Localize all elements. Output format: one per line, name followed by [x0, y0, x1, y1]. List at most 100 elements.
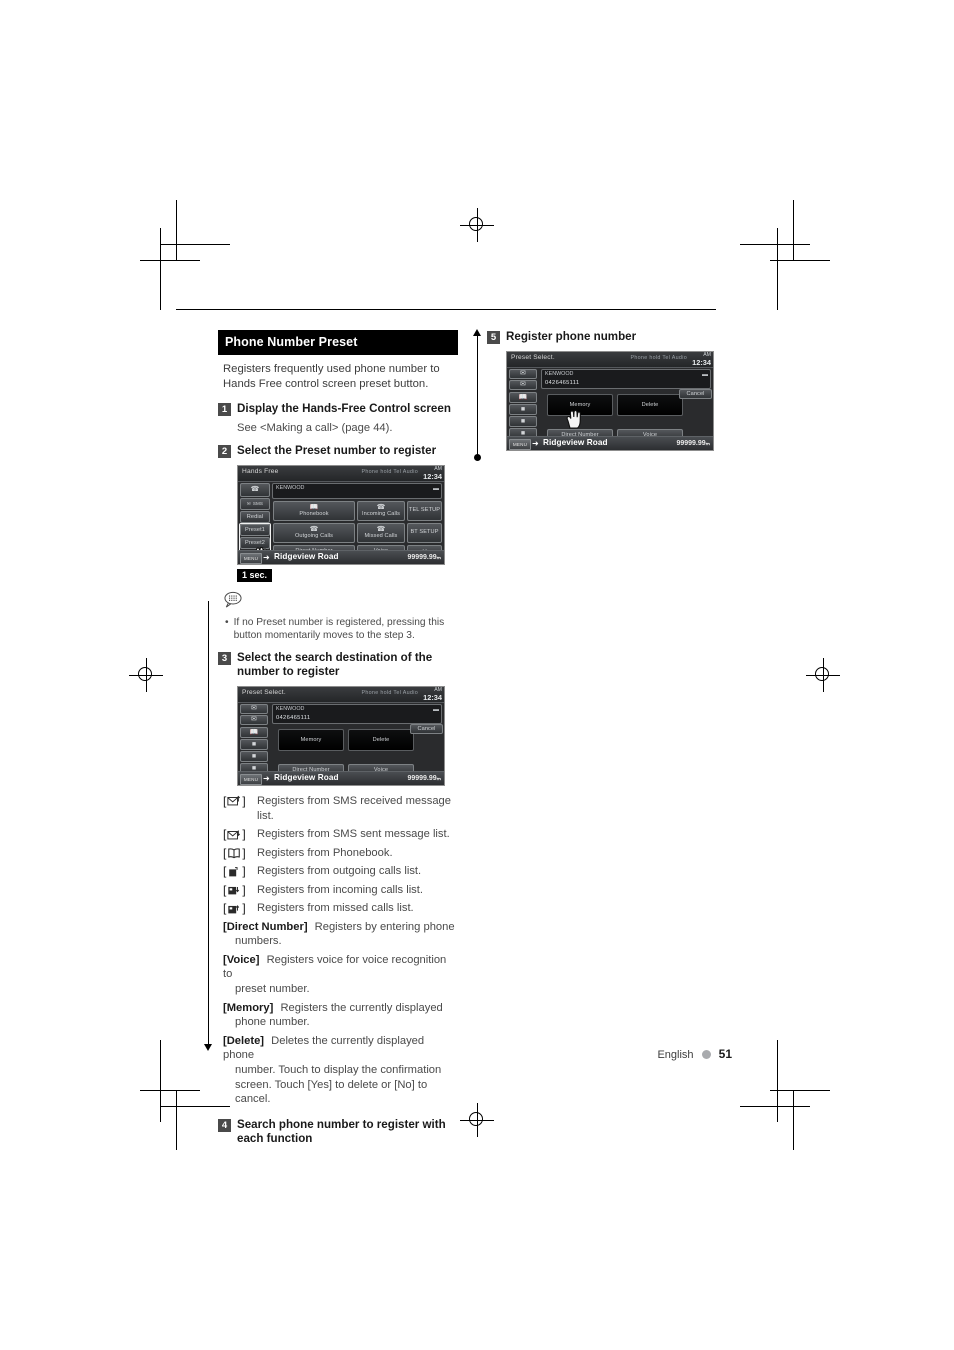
screen-button-missed-calls[interactable]: ☎ Missed Calls [357, 522, 405, 543]
screen-number-field: KENWOOD 0426465111 ▬ [272, 703, 442, 724]
screen-titlebar: Preset Select. Phone hold Tel Audio AM 1… [238, 686, 444, 703]
step-1-title: Display the Hands-Free Control screen [237, 402, 451, 416]
screen-number-field: KENWOOD ▬ [272, 482, 442, 499]
step-4-title: Search phone number to register with eac… [237, 1117, 446, 1146]
screen-side-phonebook[interactable]: 📖 [509, 391, 537, 403]
screen-side-sms-sent[interactable]: ✉ [509, 379, 537, 390]
screen-number-field-name: KENWOOD [545, 370, 574, 377]
screen-button-missed-calls-label: Missed Calls [364, 533, 398, 540]
screen-button-bt-setup[interactable]: BT SETUP [407, 522, 442, 543]
step-5: 5 Register phone number [487, 330, 727, 345]
screen-button-tel-setup-label: TEL SETUP [408, 507, 441, 514]
screen-button-sms[interactable]: ✉ SMS [240, 497, 270, 510]
step-2-number: 2 [218, 445, 231, 459]
definition-row-missed: [ ] Registers from missed calls list. [223, 901, 458, 916]
definition-key-memory: [Memory] [223, 1001, 274, 1014]
section-intro: Registers frequently used phone number t… [223, 363, 440, 390]
definition-value: Registers from outgoing calls list. [257, 865, 422, 878]
step-2-title: Select the Preset number to register [237, 444, 437, 458]
sms-received-icon: ✉ [251, 705, 257, 713]
screen-button-preset2-label: Preset2 [245, 539, 265, 546]
screen-button-delete-label: Delete [641, 401, 659, 408]
screen-menu-button[interactable]: MENU [509, 438, 531, 450]
clock-ampm: AM [703, 351, 711, 358]
screen-side-sms-sent[interactable]: ✉ [240, 714, 268, 725]
screen-button-bt-setup-label: BT SETUP [410, 529, 439, 536]
screen-button-phonebook[interactable]: 📖 Phonebook [273, 500, 355, 521]
clock-ampm: AM [434, 465, 442, 472]
screen-navbar: MENU ➜ Ridgeview Road 99999.99ₘ [507, 435, 713, 450]
screen-status-indicators: Phone hold Tel Audio [361, 468, 418, 475]
screen-button-incoming-calls-label: Incoming Calls [361, 511, 401, 518]
screen-button-outgoing-calls[interactable]: ☎ Outgoing Calls [273, 522, 355, 543]
screen-button-delete[interactable]: Delete [617, 393, 683, 416]
screen-button-memory[interactable]: Memory [547, 393, 613, 416]
definition-key: [ ] [223, 864, 246, 879]
screen-side-incoming[interactable]: ■ [509, 415, 537, 427]
incoming-calls-icon: ■ [520, 417, 526, 425]
screen-button-memory[interactable]: Memory [278, 728, 344, 751]
screen-button-call[interactable]: ☎ [240, 482, 270, 497]
definition-value-memory: Registers the currently displayed [280, 1001, 443, 1014]
definition-row-sms-received: [ ] Registers from SMS received message … [223, 794, 458, 824]
screen-button-memory-label: Memory [569, 401, 591, 408]
note-block: • If no Preset number is registered, pre… [223, 591, 458, 642]
screen-clock: AM 12:34 [692, 352, 711, 367]
screen-button-delete[interactable]: Delete [348, 728, 414, 751]
outgoing-calls-icon: ■ [251, 740, 257, 748]
note-text: If no Preset number is registered, press… [233, 616, 445, 641]
screenshot-register-phone-number: Preset Select. Phone hold Tel Audio AM 1… [506, 350, 714, 451]
header-rule [176, 309, 716, 310]
screen-button-cancel[interactable]: Cancel [679, 388, 712, 399]
definition-value: Registers from SMS sent message list. [257, 828, 450, 841]
definition-value: Registers from incoming calls list. [257, 883, 423, 896]
section-title-bar: Phone Number Preset [218, 330, 458, 355]
screen-button-cancel-label: Cancel [686, 390, 705, 397]
phonebook-icon: 📖 [249, 728, 259, 736]
screen-side-phonebook[interactable]: 📖 [240, 726, 268, 738]
screen-side-sms-received[interactable]: ✉ [240, 703, 268, 714]
screen-side-sms-received[interactable]: ✉ [509, 368, 537, 379]
screen-button-preset2[interactable]: Preset2 [240, 536, 270, 549]
definition-row-delete: [Delete] Deletes the currently displayed… [223, 1034, 458, 1107]
definition-value-direct-number-cont: numbers. [235, 935, 282, 948]
footer-language: English [657, 1049, 694, 1061]
definition-value-delete-cont2: screen. Touch [Yes] to delete or [No] to… [235, 1078, 428, 1106]
step-1-number: 1 [218, 403, 231, 417]
definition-row-phonebook: [ ] Registers from Phonebook. [223, 846, 458, 861]
screen-side-outgoing[interactable]: ■ [240, 738, 268, 750]
definition-key-direct-number: [Direct Number] [223, 920, 308, 933]
screen-side-incoming[interactable]: ■ [240, 750, 268, 762]
screen-side-outgoing[interactable]: ■ [509, 403, 537, 415]
screen-button-cancel[interactable]: Cancel [410, 723, 443, 734]
definition-value-memory-cont: phone number. [235, 1016, 310, 1029]
screen-button-redial[interactable]: Redial [240, 510, 270, 523]
definition-value: Registers from Phonebook. [257, 846, 393, 859]
screen-button-incoming-calls[interactable]: ☎ Incoming Calls [357, 500, 405, 521]
screenshot-preset-select: Preset Select. Phone hold Tel Audio AM 1… [237, 685, 445, 786]
step-4: 4 Search phone number to register with e… [218, 1118, 458, 1147]
incoming-icon: ☎ [376, 504, 386, 512]
definition-value: Registers from SMS received message list… [257, 794, 451, 822]
page-footer: English 51 [0, 1047, 954, 1061]
definition-key: [ ] [223, 845, 246, 860]
step-4-number: 4 [218, 1118, 231, 1132]
screen-number-field-number: 0426465111 [545, 379, 580, 386]
step-3-title: Select the search destination of the num… [237, 650, 433, 679]
screen-button-tel-setup[interactable]: TEL SETUP [407, 500, 442, 521]
screen-button-outgoing-calls-label: Outgoing Calls [294, 533, 334, 540]
right-column: 5 Register phone number Preset Select. P… [487, 330, 727, 451]
screen-road-name: Ridgeview Road [274, 551, 339, 561]
screen-body: KENWOOD ▬ ☎ ✉ SMS Redial Preset1 Preset2 … [238, 481, 444, 564]
definition-row-sms-sent: [ ] Registers from SMS sent message list… [223, 827, 458, 842]
definition-row-incoming: [ ] Registers from incoming calls list. [223, 883, 458, 898]
book-icon: 📖 [309, 504, 319, 512]
screen-button-preset1[interactable]: Preset1 [240, 523, 270, 536]
screen-menu-button[interactable]: MENU [240, 773, 262, 785]
definition-row-outgoing: [ ] Registers from outgoing calls list. [223, 864, 458, 879]
sms-sent-icon [227, 830, 241, 840]
screen-button-redial-label: Redial [246, 513, 264, 520]
sms-received-icon: ✉ [520, 370, 526, 377]
footer-page-number: 51 [718, 1047, 732, 1061]
screen-menu-button[interactable]: MENU [240, 552, 262, 564]
